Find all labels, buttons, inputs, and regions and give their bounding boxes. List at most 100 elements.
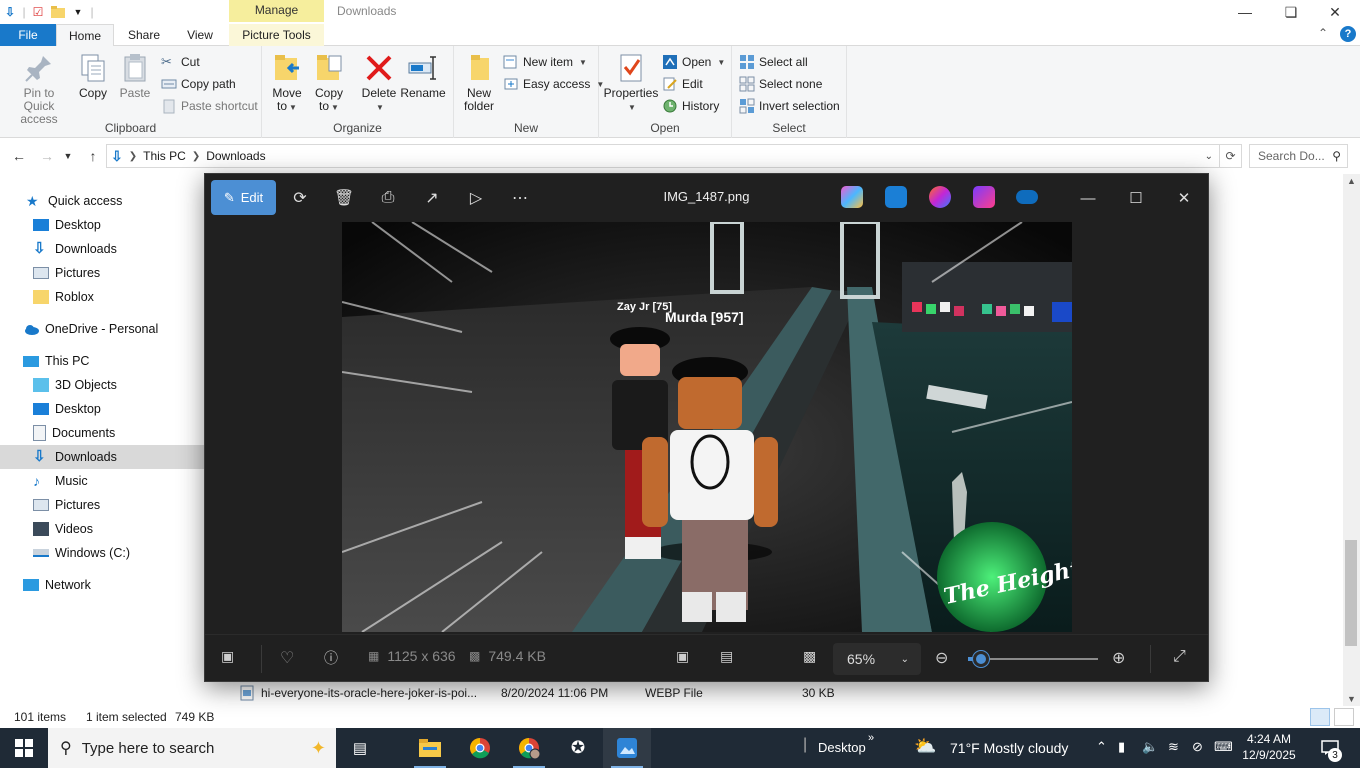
chevron-double-right-icon[interactable]: » [868, 732, 874, 744]
breadcrumb-downloads[interactable]: Downloads [206, 149, 265, 163]
scrollbar-thumb[interactable] [1345, 540, 1357, 646]
tab-home[interactable]: Home [56, 24, 114, 46]
weather-text[interactable]: 71°F Mostly cloudy [950, 740, 1068, 756]
delete-button[interactable]: Delete ▼ [355, 52, 403, 114]
qat-dropdown-icon[interactable]: ▼ [70, 4, 86, 20]
taskbar-photos[interactable] [603, 728, 651, 768]
nav-qa-roblox[interactable]: Roblox [0, 285, 204, 309]
invert-selection-button[interactable]: Invert selection [739, 96, 840, 116]
text-select-icon[interactable]: ▤ [720, 648, 733, 665]
nav-qa-desktop[interactable]: Desktop [0, 213, 204, 237]
keyboard-icon[interactable]: ⌨ [1214, 739, 1233, 755]
nav-3d-objects[interactable]: 3D Objects [0, 373, 204, 397]
recent-locations-button[interactable]: ▼ [60, 145, 76, 167]
nav-qa-downloads[interactable]: ⇩ Downloads [0, 237, 204, 261]
taskbar-chrome-profile[interactable] [505, 728, 553, 768]
tab-picture-tools[interactable]: Picture Tools [229, 24, 324, 46]
scroll-down-arrow[interactable]: ▼ [1347, 694, 1356, 704]
large-icons-view-button[interactable] [1334, 708, 1354, 726]
copy-path-button[interactable]: Copy path [161, 74, 236, 94]
maximize-button[interactable]: ❏ [1268, 0, 1314, 24]
taskbar-clock[interactable]: 4:24 AM 12/9/2025 [1238, 731, 1300, 763]
nav-downloads[interactable]: ⇩ Downloads [0, 445, 204, 469]
new-folder-button[interactable]: New folder [455, 52, 503, 113]
photos-maximize-button[interactable]: ☐ [1113, 182, 1159, 214]
filmstrip-icon[interactable]: ▣ [221, 648, 234, 665]
pin-to-quick-access-button[interactable]: Pin to Quick access [7, 52, 71, 126]
help-icon[interactable]: ? [1340, 26, 1356, 42]
down-arrow-icon[interactable]: ⇩ [2, 4, 18, 20]
start-button[interactable] [0, 728, 48, 768]
up-button[interactable]: ↑ [82, 145, 104, 167]
search-box[interactable]: Search Do... ⚲ [1249, 144, 1348, 168]
nav-onedrive[interactable]: OneDrive - Personal [0, 317, 204, 341]
copilot-icon[interactable] [841, 186, 863, 208]
chevron-up-icon[interactable]: ⌃ [1096, 739, 1107, 755]
paste-button[interactable]: Paste [111, 52, 159, 100]
tab-file[interactable]: File [0, 24, 56, 46]
nav-desktop[interactable]: Desktop [0, 397, 204, 421]
nav-network[interactable]: Network [0, 573, 204, 597]
onedrive-cloud-icon[interactable] [1016, 190, 1038, 204]
volume-icon[interactable]: 🔈 [1142, 739, 1158, 755]
open-button[interactable]: Open ▼ [662, 52, 725, 72]
taskbar-search[interactable]: ⚲ Type here to search ✦ [48, 728, 336, 768]
refresh-button[interactable]: ⟳ [1220, 144, 1242, 168]
breadcrumb-this-pc[interactable]: This PC [143, 149, 186, 163]
photo-image[interactable]: Zay Jr [75] Murda [957] The Heights [342, 222, 1072, 632]
zoom-slider-knob[interactable] [972, 650, 990, 668]
nav-music[interactable]: ♪ Music [0, 469, 204, 493]
wifi-icon[interactable]: ≋ [1168, 739, 1179, 755]
fullscreen-icon[interactable]: ⤢ [1173, 648, 1186, 666]
visual-search-icon[interactable]: ▣ [676, 648, 689, 665]
photo-editor-icon[interactable] [885, 186, 907, 208]
select-none-button[interactable]: Select none [739, 74, 822, 94]
taskbar-chrome[interactable] [456, 728, 504, 768]
favorite-heart-icon[interactable]: ♡ [280, 648, 294, 668]
address-bar[interactable]: ⇩ ❯ This PC ❯ Downloads ⌄ [106, 144, 1220, 168]
properties-button[interactable]: Properties ▼ [603, 52, 659, 114]
nav-qa-pictures[interactable]: Pictures [0, 261, 204, 285]
nav-documents[interactable]: Documents [0, 421, 204, 445]
back-button[interactable]: ← [8, 145, 30, 167]
zoom-in-icon[interactable]: ⊕ [1112, 648, 1125, 668]
zoom-level-dropdown[interactable]: 65% ⌄ [833, 643, 921, 675]
tab-share[interactable]: Share [120, 24, 168, 46]
zoom-out-icon[interactable]: ⊖ [935, 648, 948, 668]
nav-videos[interactable]: Videos [0, 517, 204, 541]
copy-button[interactable]: Copy [69, 52, 117, 100]
rename-button[interactable]: Rename [399, 52, 447, 100]
scroll-up-arrow[interactable]: ▲ [1347, 176, 1356, 186]
desktop-toolbar-label[interactable]: Desktop [818, 740, 866, 755]
nav-windows-c[interactable]: Windows (C:) [0, 541, 204, 565]
properties-check-icon[interactable]: ☑ [30, 4, 46, 20]
info-icon[interactable]: ⓘ [324, 648, 338, 668]
edit-button[interactable]: Edit [662, 74, 703, 94]
photos-close-button[interactable]: ✕ [1161, 182, 1207, 214]
minimize-button[interactable]: — [1222, 0, 1268, 24]
move-to-button[interactable]: Move to ▼ [263, 52, 311, 114]
designer-icon[interactable] [929, 186, 951, 208]
forward-button[interactable]: → [36, 145, 58, 167]
select-all-button[interactable]: Select all [739, 52, 808, 72]
nav-quick-access[interactable]: ★ Quick access [0, 189, 204, 213]
file-row[interactable]: hi-everyone-its-oracle-here-joker-is-poi… [240, 682, 1340, 704]
tab-view[interactable]: View [176, 24, 224, 46]
address-dropdown-icon[interactable]: ⌄ [1205, 151, 1213, 162]
history-button[interactable]: History [662, 96, 719, 116]
nav-pictures[interactable]: Pictures [0, 493, 204, 517]
manage-context-tab[interactable]: Manage [229, 0, 324, 22]
paste-shortcut-button[interactable]: Paste shortcut [161, 96, 258, 116]
clipchamp-icon[interactable] [973, 186, 995, 208]
cut-button[interactable]: ✂ Cut [161, 52, 200, 72]
taskbar-settings-app[interactable]: ✪ [554, 728, 602, 768]
copy-to-button[interactable]: Copy to ▼ [305, 52, 353, 114]
details-view-button[interactable] [1310, 708, 1330, 726]
new-item-button[interactable]: New item ▼ [503, 52, 587, 72]
battery-icon[interactable]: ▮ [1118, 739, 1125, 755]
folder-icon[interactable] [50, 4, 66, 20]
network-off-icon[interactable]: ⊘ [1192, 739, 1203, 755]
easy-access-button[interactable]: Easy access ▼ [503, 74, 604, 94]
nav-this-pc[interactable]: This PC [0, 349, 204, 373]
photos-minimize-button[interactable]: — [1065, 182, 1111, 214]
